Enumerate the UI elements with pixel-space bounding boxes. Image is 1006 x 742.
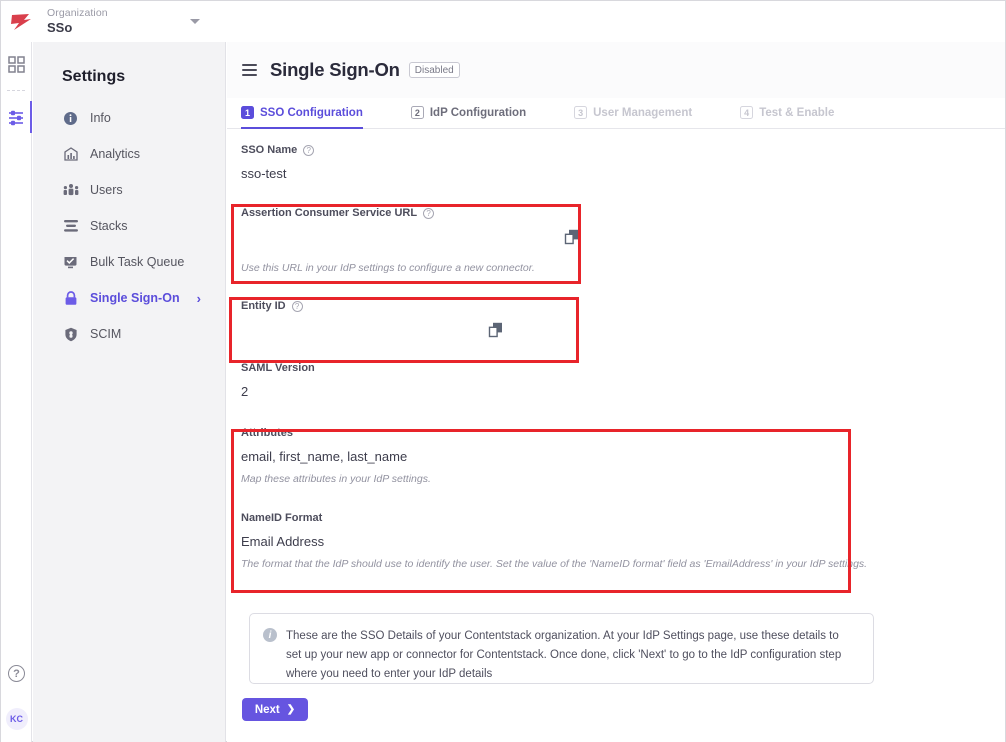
sidebar-item-bulk-task-queue[interactable]: Bulk Task Queue [33,244,225,280]
field-label: Entity ID ? [241,300,1005,312]
field-label: SAML Version [241,362,1005,374]
main-header: Single Sign-On Disabled [227,42,1005,98]
organization-selector[interactable]: Organization SSo [47,7,108,36]
sso-page-title: Single Sign-On [270,59,400,81]
tab-label: Test & Enable [759,107,834,119]
organization-name: SSo [47,20,108,36]
entity-id-value-row [241,312,1005,346]
tab-test-and-enable[interactable]: 4 Test & Enable [740,97,834,128]
field-value: sso-test [241,156,1005,181]
sidebar-item-info[interactable]: Info [33,100,225,136]
sidebar-item-label: SCIM [90,327,121,341]
tab-sso-configuration[interactable]: 1 SSO Configuration [241,97,363,128]
acs-url-value-row [241,219,1005,253]
help-icon[interactable]: ? [8,665,25,682]
sidebar-item-single-sign-on[interactable]: Single Sign-On › [33,280,225,316]
lock-icon [62,290,79,307]
status-badge: Disabled [409,62,460,78]
help-tooltip-icon[interactable]: ? [303,145,314,156]
sidebar-item-label: Users [90,183,123,197]
chevron-right-icon[interactable]: › [197,291,201,306]
field-entity-id: Entity ID ? [241,276,1005,348]
hamburger-menu-icon[interactable] [242,61,257,79]
contentstack-logo-icon[interactable] [7,10,37,34]
sidebar-item-label: Bulk Task Queue [90,255,184,269]
field-value: Email Address [241,524,1005,549]
field-acs-url: Assertion Consumer Service URL ? Use thi… [241,183,1005,276]
grid-apps-icon[interactable] [1,42,32,86]
avatar[interactable]: KC [6,708,28,730]
users-icon [62,182,79,199]
field-saml-version: SAML Version 2 [241,348,1005,401]
bulk-task-queue-icon [62,254,79,271]
tab-label: IdP Configuration [430,107,526,119]
chevron-right-icon: ❯ [287,704,295,715]
help-tooltip-icon[interactable]: ? [423,208,434,219]
tab-number: 1 [241,106,254,119]
field-label: Assertion Consumer Service URL ? [241,207,1005,219]
field-help-text: Use this URL in your IdP settings to con… [241,253,1005,274]
info-callout-text: These are the SSO Details of your Conten… [286,627,857,683]
info-callout: i These are the SSO Details of your Cont… [249,613,874,684]
sidebar-item-label: Stacks [90,219,128,233]
field-label: Attributes [241,427,1005,439]
sidebar-item-users[interactable]: Users [33,172,225,208]
sidebar-item-analytics[interactable]: Analytics [33,136,225,172]
tab-number: 2 [411,106,424,119]
left-icon-rail: ? KC [1,42,32,742]
field-nameid-format: NameID Format Email Address The format t… [241,487,1005,572]
analytics-chart-icon [62,146,79,163]
field-label: SSO Name ? [241,144,1005,156]
shield-icon [62,326,79,343]
stacks-icon [62,218,79,235]
rail-divider [7,90,25,91]
sidebar-item-label: Info [90,111,111,125]
sso-configuration-form: SSO Name ? sso-test Assertion Consumer S… [227,129,1005,572]
field-help-text: Map these attributes in your IdP setting… [241,464,1005,485]
next-button-label: Next [255,704,280,716]
sidebar-item-label: Analytics [90,147,140,161]
help-tooltip-icon[interactable]: ? [292,301,303,312]
tab-number: 4 [740,106,753,119]
info-icon [62,110,79,127]
copy-icon[interactable] [564,229,579,250]
rail-bottom-group: ? KC [1,665,32,730]
sidebar-item-stacks[interactable]: Stacks [33,208,225,244]
wizard-tabs: 1 SSO Configuration 2 IdP Configuration … [227,98,1005,129]
chevron-down-icon[interactable] [190,19,200,24]
tab-user-management[interactable]: 3 User Management [574,97,692,128]
tab-label: SSO Configuration [260,107,363,119]
field-attributes: Attributes email, first_name, last_name … [241,401,1005,487]
sso-settings-screen: Organization SSo ? [0,0,1006,742]
copy-icon[interactable] [488,322,503,343]
sidebar-item-scim[interactable]: SCIM [33,316,225,352]
tab-idp-configuration[interactable]: 2 IdP Configuration [411,97,526,128]
tab-number: 3 [574,106,587,119]
info-circle-icon: i [263,628,277,642]
tab-label: User Management [593,107,692,119]
top-bar: Organization SSo [1,1,1005,42]
settings-sliders-icon[interactable] [1,95,32,139]
field-help-text: The format that the IdP should use to id… [241,549,1005,570]
settings-sidebar: Settings Info Analytics [33,42,226,742]
organization-label: Organization [47,7,108,20]
field-sso-name: SSO Name ? sso-test [241,139,1005,183]
next-button[interactable]: Next ❯ [242,698,308,721]
field-value: 2 [241,374,1005,399]
field-value: email, first_name, last_name [241,439,1005,464]
page-title: Settings [33,42,225,100]
sidebar-item-label: Single Sign-On [90,291,180,305]
field-label: NameID Format [241,512,1005,524]
